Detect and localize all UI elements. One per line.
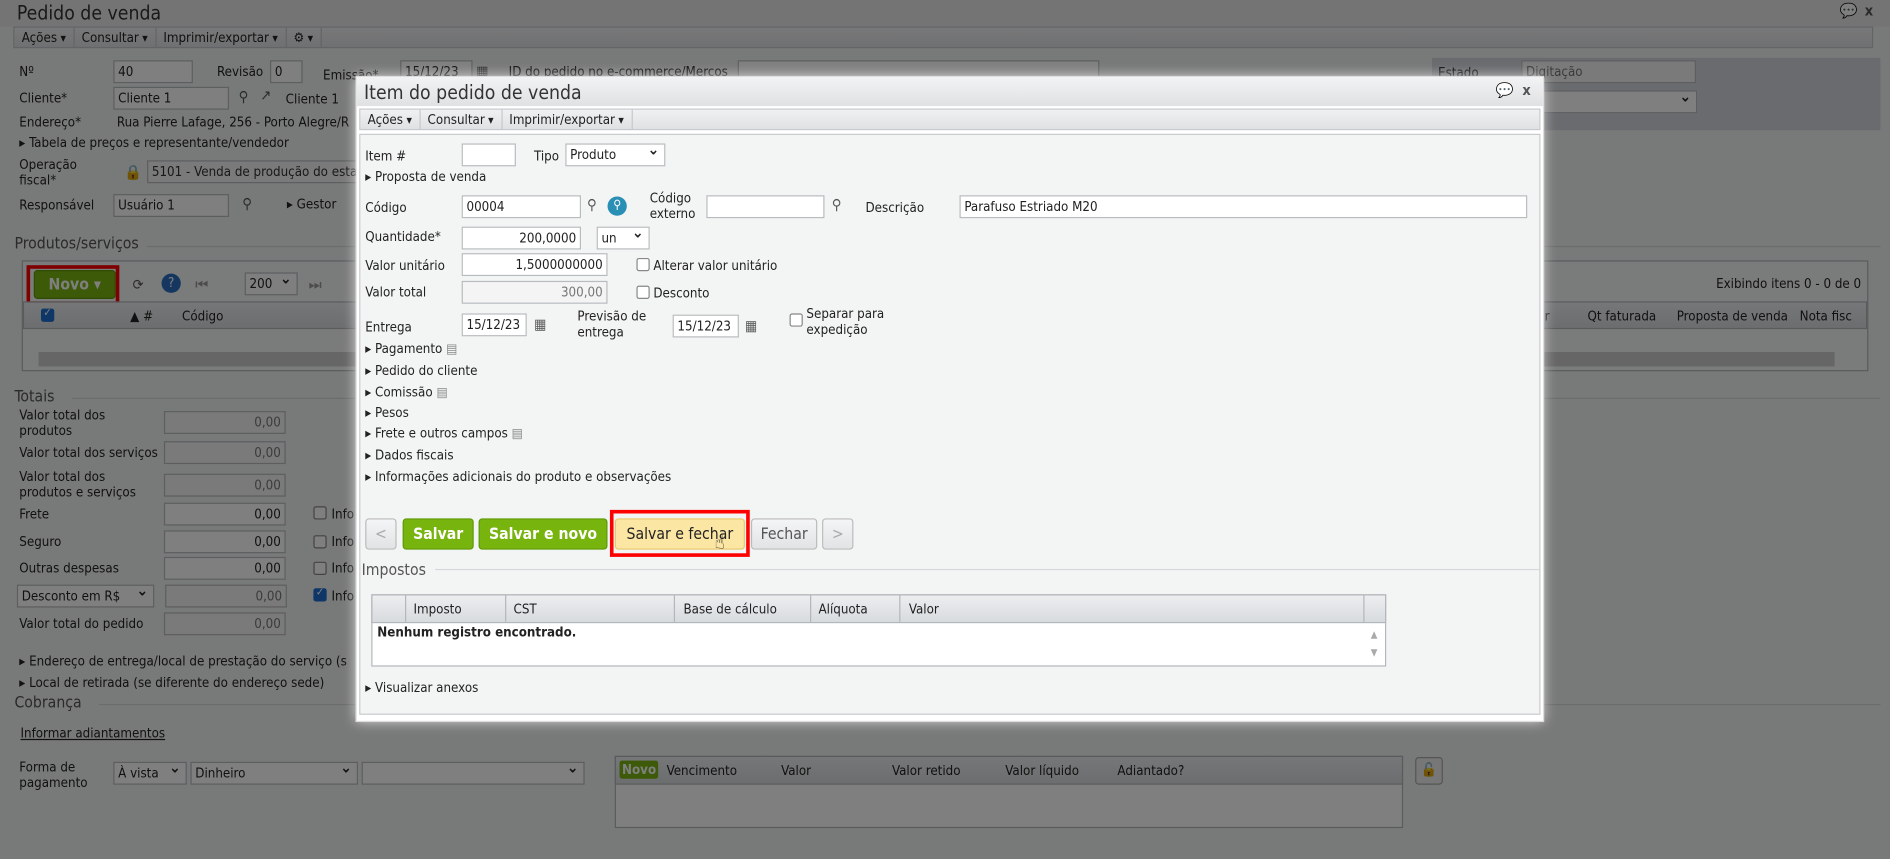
col-cst[interactable]: CST	[514, 601, 537, 617]
valor-unitario-field[interactable]: 1,5000000000	[461, 253, 608, 277]
highlight-outline	[609, 509, 750, 557]
section-pesos[interactable]: Pesos	[365, 405, 409, 421]
codigo-externo-field[interactable]	[706, 195, 825, 219]
proposta-toggle[interactable]: Proposta de venda	[365, 169, 486, 185]
document-icon: ▤	[446, 341, 458, 357]
previsao-label: Previsão de entrega	[577, 308, 647, 340]
item-dialog: Item do pedido de venda 💬 x Ações Consul…	[355, 75, 1545, 723]
section-frete[interactable]: Frete e outros campos ▤	[365, 426, 523, 442]
vertical-scrollbar[interactable]: ▲ ▼	[1365, 626, 1384, 665]
col-aliquota[interactable]: Alíquota	[818, 601, 867, 617]
calendar-icon[interactable]: ▦	[745, 317, 757, 334]
codigo-field[interactable]: 00004	[461, 195, 582, 219]
descricao-label: Descrição	[865, 200, 925, 216]
section-pagamento[interactable]: Pagamento ▤	[365, 341, 457, 357]
menu-imprimir-exportar[interactable]: Imprimir/exportar	[502, 109, 633, 129]
tipo-label: Tipo	[533, 148, 560, 164]
section-informacoes-adicionais[interactable]: Informações adicionais do produto e obse…	[365, 469, 671, 485]
document-icon: ▤	[511, 425, 523, 442]
close-icon[interactable]: x	[1522, 82, 1530, 99]
menu-consultar[interactable]: Consultar	[420, 109, 503, 129]
document-icon: ▤	[436, 384, 448, 401]
menu-acoes[interactable]: Ações	[360, 109, 421, 129]
impostos-grid-header: Imposto CST Base de cálculo Alíquota Val…	[371, 594, 1387, 624]
desconto-label: Desconto	[653, 285, 710, 302]
unidade-select[interactable]: un	[596, 226, 650, 250]
item-label: Item #	[365, 148, 407, 164]
search-icon[interactable]: ⚲	[832, 196, 842, 213]
separar-checkbox[interactable]	[789, 313, 803, 327]
section-pedido-cliente[interactable]: Pedido do cliente	[365, 363, 477, 379]
section-dados-fiscais[interactable]: Dados fiscais	[365, 447, 454, 463]
section-comissao[interactable]: Comissão ▤	[365, 384, 448, 401]
entrega-field[interactable]: 15/12/23	[461, 313, 527, 337]
valor-total-field: 300,00	[461, 280, 608, 304]
hand-cursor-icon: ☝	[714, 531, 725, 554]
col-base-calculo[interactable]: Base de cálculo	[683, 601, 776, 617]
alterar-valor-label: Alterar valor unitário	[653, 257, 778, 274]
fechar-button[interactable]: Fechar	[750, 518, 818, 550]
previous-button[interactable]: <	[365, 518, 397, 550]
valor-total-label: Valor total	[365, 284, 427, 301]
impostos-legend: Impostos	[361, 561, 426, 580]
codigo-externo-label: Código externo	[649, 190, 696, 222]
dialog-toolbar: Ações Consultar Imprimir/exportar	[359, 108, 1541, 131]
previsao-field[interactable]: 15/12/23	[672, 314, 739, 338]
salvar-button[interactable]: Salvar	[402, 518, 474, 550]
salvar-novo-button[interactable]: Salvar e novo	[478, 518, 608, 550]
dialog-title: Item do pedido de venda	[364, 80, 582, 104]
desconto-checkbox[interactable]	[636, 285, 650, 299]
quantidade-field[interactable]: 200,0000	[461, 226, 582, 250]
tipo-select[interactable]: Produto	[565, 143, 666, 167]
separar-label: Separar para expedição	[806, 306, 885, 338]
visualizar-anexos-toggle[interactable]: Visualizar anexos	[365, 680, 478, 696]
valor-unitario-label: Valor unitário	[365, 257, 445, 274]
col-valor[interactable]: Valor	[909, 601, 939, 617]
col-imposto[interactable]: Imposto	[413, 601, 461, 617]
alterar-valor-checkbox[interactable]	[636, 257, 650, 272]
quantidade-label: Quantidade*	[365, 229, 441, 245]
descricao-field[interactable]: Parafuso Estriado M20	[959, 195, 1528, 219]
impostos-empty-message: Nenhum registro encontrado.	[377, 624, 577, 641]
codigo-label: Código	[365, 200, 407, 216]
calendar-icon[interactable]: ▦	[534, 316, 546, 333]
next-button[interactable]: >	[822, 518, 854, 550]
comment-icon[interactable]: 💬	[1496, 82, 1514, 99]
entrega-label: Entrega	[365, 319, 412, 336]
item-field[interactable]	[461, 143, 516, 167]
search-icon[interactable]: ⚲	[587, 196, 597, 213]
product-lookup-icon[interactable]: ⚲	[607, 196, 627, 216]
